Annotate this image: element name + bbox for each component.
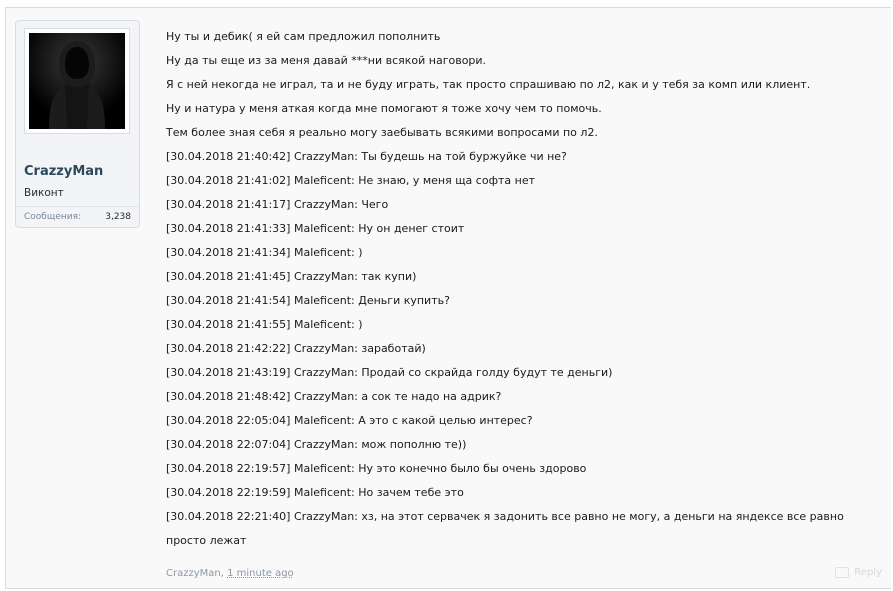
message-count-label: Сообщения:: [24, 212, 82, 222]
forum-post: CrazzyMan Виконт Сообщения: 3,238 Ну ты …: [5, 7, 891, 589]
message-line: [30.04.2018 22:19:59] Maleficent: Но зач…: [166, 486, 464, 499]
post-author-link[interactable]: CrazzyMan: [166, 568, 221, 579]
message-line: [30.04.2018 21:41:17] CrazzyMan: Чего: [166, 198, 389, 211]
reply-label: Reply: [854, 567, 882, 578]
message-line: [30.04.2018 21:41:02] Maleficent: Не зна…: [166, 174, 535, 187]
message-line: [30.04.2018 22:05:04] Maleficent: А это …: [166, 414, 533, 427]
message-line: [30.04.2018 21:48:42] CrazzyMan: а сок т…: [166, 390, 502, 403]
message-line: [30.04.2018 22:19:57] Maleficent: Ну это…: [166, 462, 587, 475]
post-time-link[interactable]: 1 minute ago: [227, 568, 294, 579]
message-line: [30.04.2018 21:41:34] Maleficent: ): [166, 246, 363, 259]
message-count-row: Сообщения: 3,238: [16, 206, 139, 229]
message-line: [30.04.2018 22:07:04] CrazzyMan: мож поп…: [166, 438, 467, 451]
message-line: [30.04.2018 21:43:19] CrazzyMan: Продай …: [166, 366, 613, 379]
avatar[interactable]: [24, 28, 130, 134]
message-line: [30.04.2018 21:41:55] Maleficent: ): [166, 318, 363, 331]
username-link[interactable]: CrazzyMan: [24, 164, 103, 179]
user-info-panel: CrazzyMan Виконт Сообщения: 3,238: [15, 20, 140, 228]
message-line: Я с ней некогда не играл, та и не буду и…: [166, 78, 811, 91]
post-footer: CrazzyMan, 1 minute ago Reply: [166, 567, 886, 584]
user-title: Виконт: [24, 187, 64, 199]
message-line: Ну да ты еще из за меня давай ***ни всяк…: [166, 54, 487, 67]
message-body: Ну ты и дебик( я ей сам предложил пополн…: [166, 25, 886, 553]
message-line: [30.04.2018 21:41:54] Maleficent: Деньги…: [166, 294, 450, 307]
message-line: [30.04.2018 21:41:45] CrazzyMan: так куп…: [166, 270, 417, 283]
reply-icon: [835, 567, 850, 578]
message-line: [30.04.2018 21:40:42] CrazzyMan: Ты буде…: [166, 150, 567, 163]
message-count-value: 3,238: [105, 212, 131, 222]
message-line: Тем более зная себя я реально могу заебы…: [166, 126, 598, 139]
message-line: [30.04.2018 21:42:22] CrazzyMan: заработ…: [166, 342, 426, 355]
message-line: [30.04.2018 21:41:33] Maleficent: Ну он …: [166, 222, 465, 235]
message-line: Ну ты и дебик( я ей сам предложил пополн…: [166, 30, 441, 43]
message-line: [30.04.2018 22:21:40] CrazzyMan: хз, на …: [166, 510, 844, 547]
reply-button[interactable]: Reply: [835, 567, 882, 578]
hooded-figure-avatar-image: [29, 33, 125, 129]
message-line: Ну и натура у меня аткая когда мне помог…: [166, 102, 602, 115]
